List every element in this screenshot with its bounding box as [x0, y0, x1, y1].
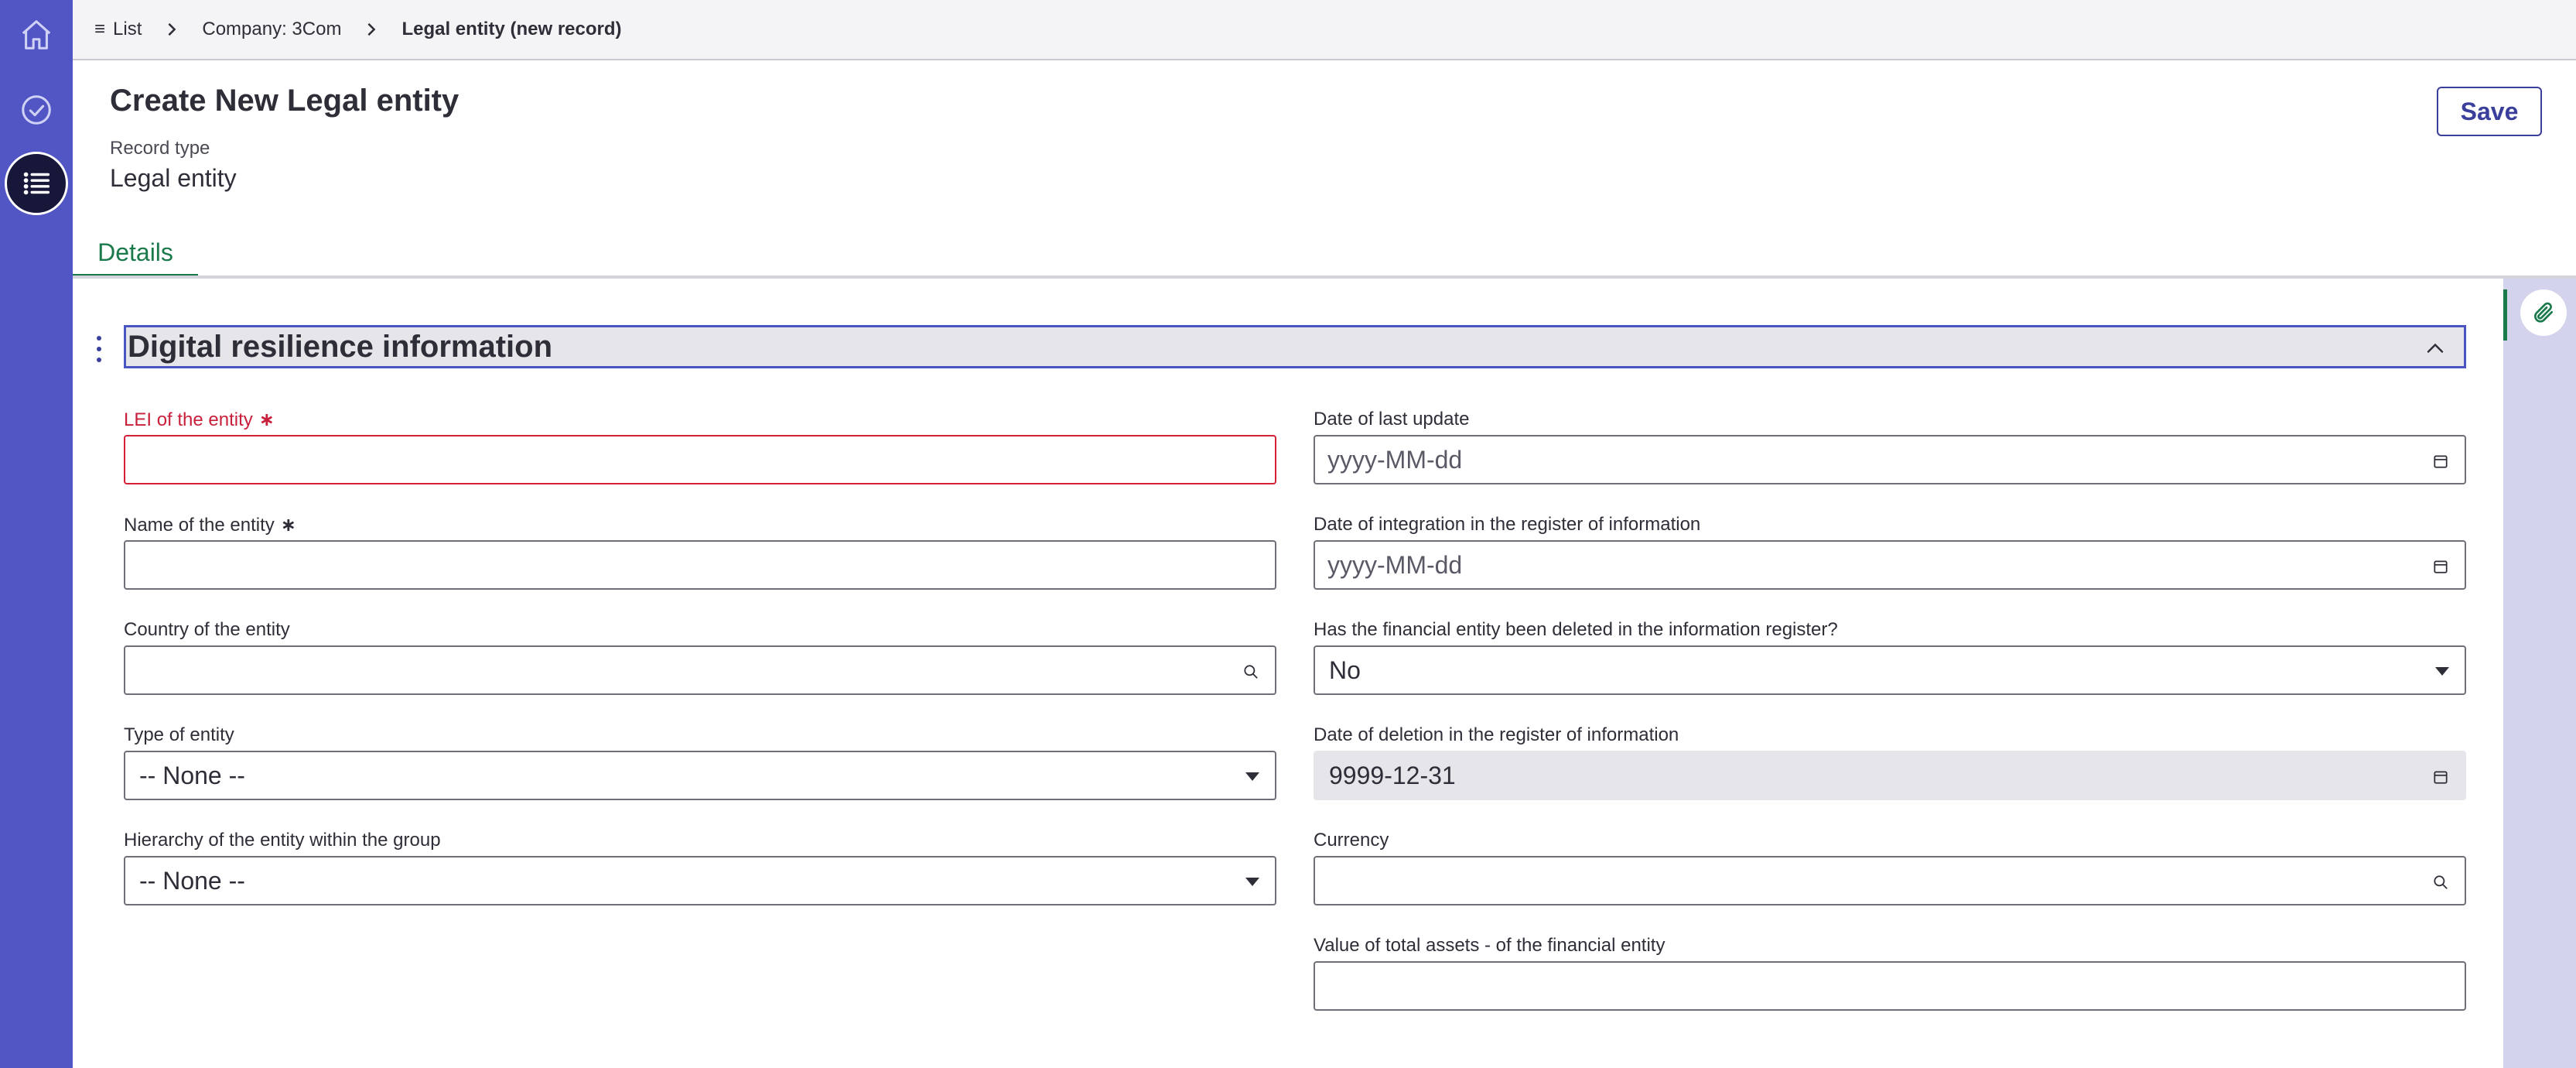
- breadcrumb-company-label: Company: 3Com: [202, 19, 342, 39]
- record-type-label: Record type: [110, 138, 210, 159]
- required-marker: ∗: [280, 515, 296, 536]
- calendar-icon: [2432, 768, 2449, 786]
- deleted-select[interactable]: No: [1314, 645, 2466, 695]
- last-update-field[interactable]: [1314, 435, 2466, 484]
- left-nav-rail: [0, 0, 73, 1068]
- caret-down-icon: [1245, 772, 1259, 781]
- hierarchy-label: Hierarchy of the entity within the group: [124, 830, 441, 851]
- deleted-label: Has the financial entity been deleted in…: [1314, 619, 1838, 640]
- lei-input[interactable]: [125, 436, 1275, 483]
- page-title: Create New Legal entity: [110, 84, 460, 118]
- deleted-value: No: [1329, 656, 1361, 684]
- entity-name-field[interactable]: [124, 540, 1276, 590]
- breadcrumb-list[interactable]: ≡ List: [94, 19, 142, 40]
- check-circle-icon: [22, 95, 51, 125]
- home-button[interactable]: [5, 3, 68, 67]
- caret-down-icon: [2435, 667, 2449, 676]
- tab-details[interactable]: Details: [73, 231, 198, 277]
- hierarchy-value: -- None --: [139, 866, 245, 895]
- currency-lookup[interactable]: [1314, 856, 2466, 905]
- record-header: Create New Legal entity Record type Lega…: [73, 62, 2576, 279]
- total-assets-input[interactable]: [1315, 963, 2465, 1009]
- tasks-button[interactable]: [5, 78, 68, 142]
- chevron-right-icon: [165, 22, 179, 36]
- currency-input[interactable]: [1315, 857, 2465, 904]
- section-title: Digital resilience information: [128, 329, 553, 364]
- calendar-icon[interactable]: [2432, 558, 2449, 575]
- integration-date-input[interactable]: [1315, 542, 2465, 588]
- country-lookup[interactable]: [124, 645, 1276, 695]
- deletion-date-field: 9999-12-31: [1314, 751, 2466, 800]
- chevron-right-icon: [364, 22, 378, 36]
- currency-label: Currency: [1314, 830, 1389, 851]
- integration-date-label: Date of integration in the register of i…: [1314, 514, 1701, 535]
- right-side-panel: [2503, 279, 2576, 1068]
- total-assets-field[interactable]: [1314, 961, 2466, 1011]
- last-update-input[interactable]: [1315, 436, 2465, 483]
- save-button[interactable]: Save: [2437, 87, 2542, 136]
- search-icon[interactable]: [1242, 663, 1259, 680]
- country-input[interactable]: [125, 647, 1275, 693]
- attachments-button[interactable]: [2520, 289, 2567, 336]
- hierarchy-select[interactable]: -- None --: [124, 856, 1276, 905]
- entity-name-label: Name of the entity ∗: [124, 515, 296, 536]
- section-menu-button[interactable]: [91, 336, 107, 362]
- integration-date-field[interactable]: [1314, 540, 2466, 590]
- active-panel-marker: [2503, 289, 2507, 341]
- caret-down-icon: [1245, 878, 1259, 886]
- required-marker: ∗: [258, 409, 275, 430]
- list-view-button[interactable]: [5, 152, 68, 215]
- breadcrumb-list-label: List: [113, 19, 142, 39]
- deletion-date-label: Date of deletion in the register of info…: [1314, 724, 1679, 745]
- lei-field[interactable]: [124, 435, 1276, 484]
- breadcrumb: ≡ List Company: 3Com Legal entity (new r…: [73, 0, 2576, 60]
- total-assets-label: Value of total assets - of the financial…: [1314, 935, 1666, 956]
- country-label: Country of the entity: [124, 619, 290, 640]
- home-icon: [22, 20, 51, 50]
- header-divider: [73, 276, 2576, 279]
- paperclip-icon: [2534, 302, 2553, 323]
- search-icon[interactable]: [2432, 874, 2449, 891]
- record-type-value: Legal entity: [110, 164, 237, 192]
- chevron-up-icon: [2427, 343, 2444, 353]
- breadcrumb-current: Legal entity (new record): [401, 19, 621, 40]
- entity-name-input[interactable]: [125, 542, 1275, 588]
- list-menu-icon: ≡: [94, 19, 106, 39]
- breadcrumb-company[interactable]: Company: 3Com: [202, 19, 341, 40]
- lei-label: LEI of the entity ∗: [124, 409, 275, 430]
- list-icon: [23, 172, 50, 195]
- calendar-icon[interactable]: [2432, 453, 2449, 470]
- section-header[interactable]: Digital resilience information: [124, 325, 2466, 368]
- last-update-label: Date of last update: [1314, 409, 1470, 430]
- entity-type-value: -- None --: [139, 761, 245, 789]
- breadcrumb-current-label: Legal entity (new record): [401, 19, 622, 39]
- deletion-date-value: 9999-12-31: [1329, 761, 1456, 789]
- entity-type-label: Type of entity: [124, 724, 234, 745]
- entity-type-select[interactable]: -- None --: [124, 751, 1276, 800]
